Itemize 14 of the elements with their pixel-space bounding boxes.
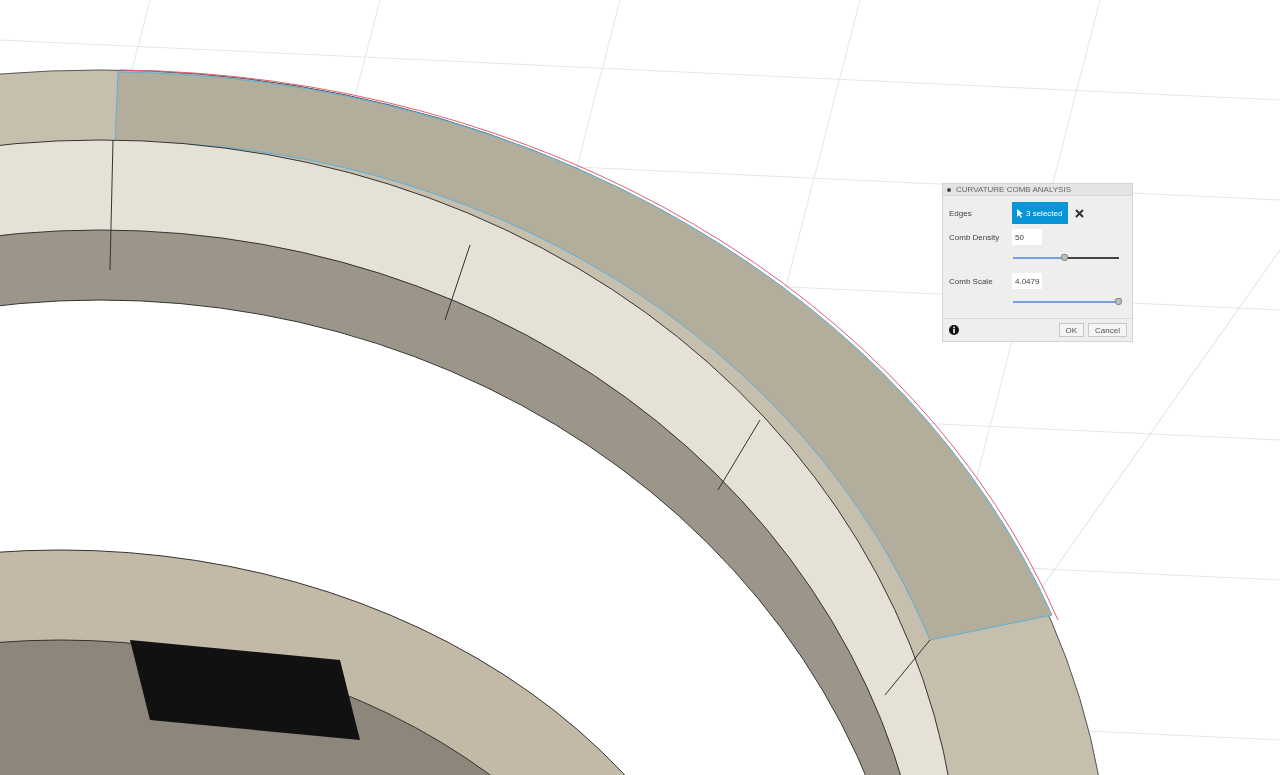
cursor-icon (1017, 208, 1023, 218)
close-icon[interactable] (1075, 208, 1085, 218)
dialog-button[interactable]: OK (1058, 323, 1085, 337)
slider-thumb[interactable] (1060, 254, 1068, 261)
info-icon[interactable] (949, 325, 959, 335)
field-label: Comb Density (949, 232, 1001, 242)
number-input[interactable]: 4.0479 (1012, 273, 1042, 289)
number-input[interactable]: 50 (1012, 229, 1042, 245)
slider-thumb[interactable] (1115, 298, 1122, 305)
field-label: Edges (949, 208, 973, 218)
dialog-button[interactable]: Cancel (1088, 323, 1127, 337)
field-label: Comb Scale (949, 276, 994, 286)
bullet-icon (947, 187, 951, 192)
dialog-title: CURVATURE COMB ANALYSIS (956, 185, 1071, 194)
